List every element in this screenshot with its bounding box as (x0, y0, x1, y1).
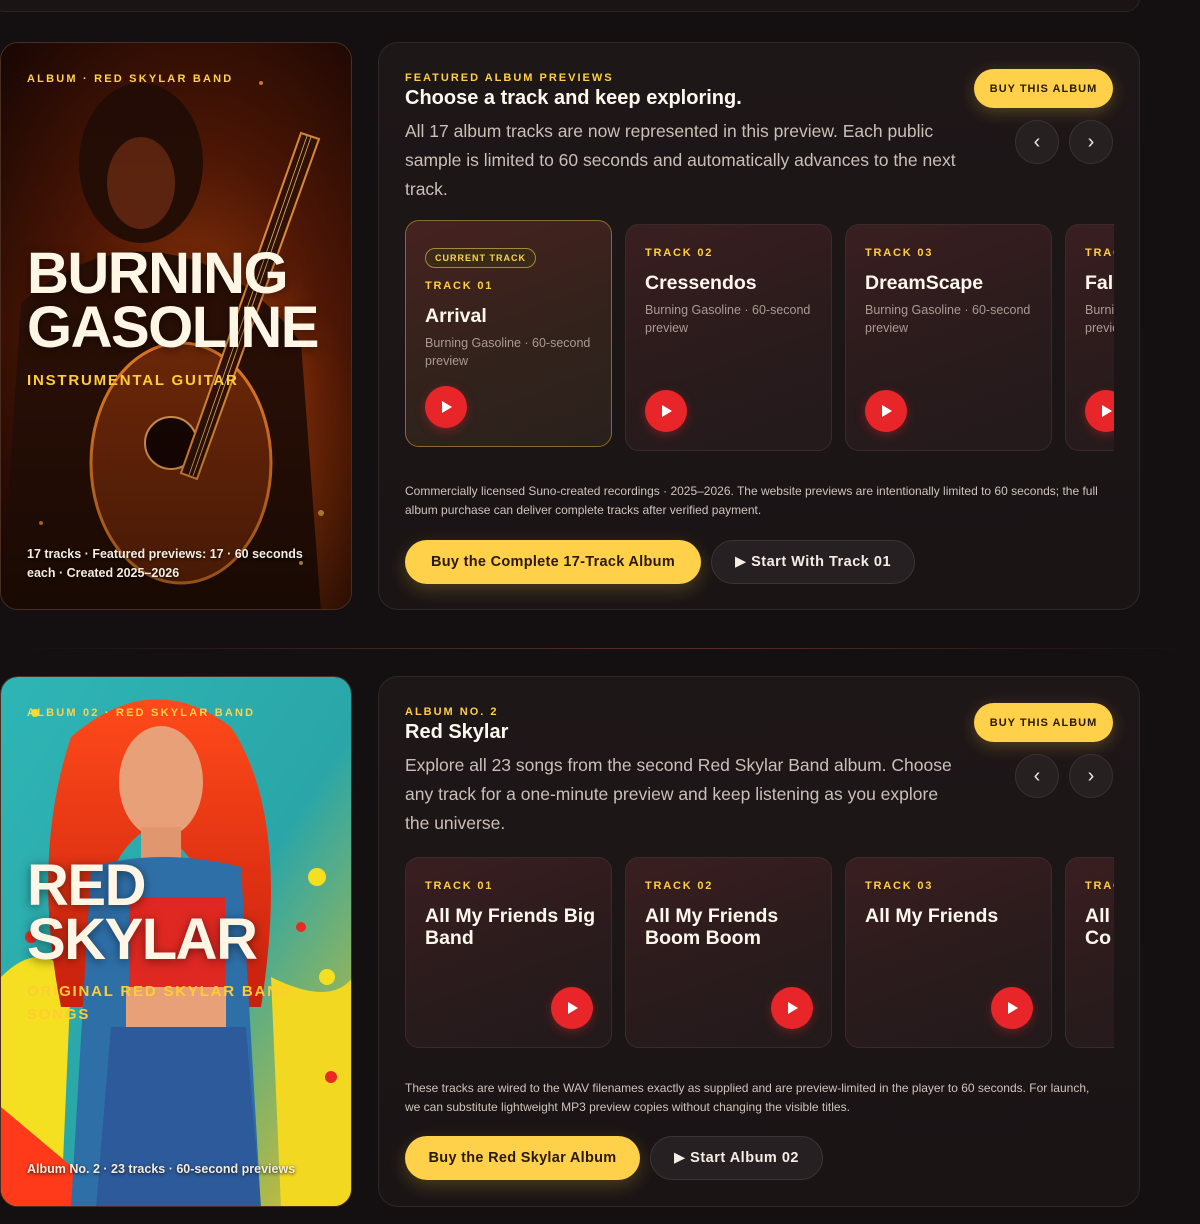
track-card-01[interactable]: TRACK 01 All My Friends Big Band (405, 857, 612, 1048)
file-note: These tracks are wired to the WAV filena… (405, 1081, 1090, 1114)
buy-this-album-button[interactable]: BUY THIS ALBUM (974, 69, 1113, 108)
cover-meta: Album No. 2 · 23 tracks · 60-second prev… (27, 1162, 296, 1176)
track-card-02[interactable]: TRACK 02 Cressendos Burning Gasoline · 6… (625, 224, 832, 451)
album-cover-red-skylar[interactable]: ALBUM 02 · RED SKYLAR BAND RED SKYLAR OR… (0, 676, 352, 1207)
panel-title: Red Skylar (405, 721, 509, 743)
current-track-badge: CURRENT TRACK (425, 248, 536, 268)
album-panel-burning-gasoline: FEATURED ALBUM PREVIEWS Choose a track a… (378, 42, 1140, 610)
cover-title-line2: SKYLAR (27, 907, 258, 972)
panel-eyebrow: ALBUM NO. 2 (405, 706, 499, 718)
cover-title-line1: BURNING (27, 241, 289, 306)
chevron-right-icon: › (1087, 130, 1095, 153)
album-panel-red-skylar: ALBUM NO. 2 Red Skylar Explore all 23 so… (378, 676, 1140, 1207)
play-button[interactable] (991, 987, 1033, 1029)
carousel-next-button[interactable]: › (1069, 120, 1113, 164)
play-button[interactable] (425, 386, 467, 428)
buy-this-album-button[interactable]: BUY THIS ALBUM (974, 703, 1113, 742)
track-number: TRACK 02 (645, 247, 714, 259)
track-card-04[interactable]: TRACK 04 All My Friends - Co (1065, 857, 1114, 1048)
play-icon (568, 1002, 578, 1014)
track-number: TRACK 01 (425, 280, 494, 292)
track-title: All My Friends - Co (1085, 905, 1114, 949)
track-number: TRACK 04 (1085, 247, 1114, 259)
start-album-02-button[interactable]: ▶ Start Album 02 (650, 1136, 823, 1180)
carousel-next-button[interactable]: › (1069, 754, 1113, 798)
panel-eyebrow: FEATURED ALBUM PREVIEWS (405, 72, 614, 84)
buy-complete-album-button[interactable]: Buy the Complete 17-Track Album (405, 540, 701, 584)
track-subtitle: Burning Gasoline · 60-second preview (425, 336, 591, 368)
cover-title: BURNING GASOLINE (27, 241, 319, 360)
track-title: Fall (1085, 272, 1114, 294)
previous-section-bottom (0, 0, 1140, 12)
play-button[interactable] (645, 390, 687, 432)
cover-subtitle: INSTRUMENTAL GUITAR (27, 372, 239, 389)
cover-title: RED SKYLAR (27, 853, 258, 972)
track-subtitle: Burning Gasoline · 60-second preview (645, 303, 811, 335)
album-section-burning-gasoline: Album · Red Skylar Band BURNING GASOLINE… (0, 42, 1200, 610)
panel-description: All 17 album tracks are now represented … (405, 121, 956, 199)
play-button[interactable] (551, 987, 593, 1029)
track-card-02[interactable]: TRACK 02 All My Friends Boom Boom (625, 857, 832, 1048)
carousel-prev-button[interactable]: ‹ (1015, 754, 1059, 798)
play-icon (882, 405, 892, 417)
track-title: All My Friends Big Band (425, 905, 596, 949)
licensing-note: Commercially licensed Suno-created recor… (405, 484, 1098, 517)
track-subtitle: Burning Gasoline · 60-second preview (865, 303, 1031, 335)
chevron-right-icon: › (1087, 764, 1095, 787)
play-icon (1102, 405, 1112, 417)
play-icon (788, 1002, 798, 1014)
track-subtitle: Burning Gasoline · 60-second preview (1085, 303, 1114, 335)
track-card-03[interactable]: TRACK 03 DreamScape Burning Gasoline · 6… (845, 224, 1052, 451)
play-icon (662, 405, 672, 417)
cover-eyebrow: ALBUM 02 · RED SKYLAR BAND (27, 707, 256, 719)
buy-red-skylar-album-button[interactable]: Buy the Red Skylar Album (405, 1136, 640, 1180)
chevron-left-icon: ‹ (1033, 130, 1041, 153)
section-divider (0, 648, 1200, 649)
track-number: TRACK 03 (865, 247, 934, 259)
panel-title: Choose a track and keep exploring. (405, 87, 742, 109)
track-title: Arrival (425, 305, 487, 327)
cover-title-line1: RED (27, 853, 146, 918)
track-carousel: TRACK 01 All My Friends Big Band TRACK 0… (405, 853, 1114, 1049)
track-card-01[interactable]: CURRENT TRACK TRACK 01 Arrival Burning G… (405, 220, 612, 447)
track-carousel: CURRENT TRACK TRACK 01 Arrival Burning G… (405, 220, 1114, 452)
track-card-04[interactable]: TRACK 04 Fall Burning Gasoline · 60-seco… (1065, 224, 1114, 451)
play-button[interactable] (771, 987, 813, 1029)
play-button[interactable] (1085, 390, 1114, 432)
cover-title-line2: GASOLINE (27, 295, 319, 360)
panel-description: Explore all 23 songs from the second Red… (405, 755, 952, 833)
album-cover-burning-gasoline[interactable]: Album · Red Skylar Band BURNING GASOLINE… (0, 42, 352, 610)
chevron-left-icon: ‹ (1033, 764, 1041, 787)
play-icon (442, 401, 452, 413)
carousel-prev-button[interactable]: ‹ (1015, 120, 1059, 164)
track-title: DreamScape (865, 272, 984, 294)
album-section-red-skylar: ALBUM 02 · RED SKYLAR BAND RED SKYLAR OR… (0, 676, 1200, 1207)
play-button[interactable] (865, 390, 907, 432)
track-card-03[interactable]: TRACK 03 All My Friends (845, 857, 1052, 1048)
track-number: TRACK 02 (645, 880, 714, 892)
play-icon (1008, 1002, 1018, 1014)
track-number: TRACK 04 (1085, 880, 1114, 892)
track-number: TRACK 03 (865, 880, 934, 892)
start-track-01-button[interactable]: ▶ Start With Track 01 (711, 540, 915, 584)
cover-meta: 17 tracks · Featured previews: 17 · 60 s… (27, 547, 303, 580)
cover-eyebrow: Album · Red Skylar Band (27, 73, 234, 85)
track-title: All My Friends Boom Boom (645, 905, 779, 949)
track-title: Cressendos (645, 272, 757, 294)
cover-subtitle: ORIGINAL RED SKYLAR BAND SONGS (27, 983, 293, 1023)
track-number: TRACK 01 (425, 880, 494, 892)
track-title: All My Friends (865, 905, 999, 927)
